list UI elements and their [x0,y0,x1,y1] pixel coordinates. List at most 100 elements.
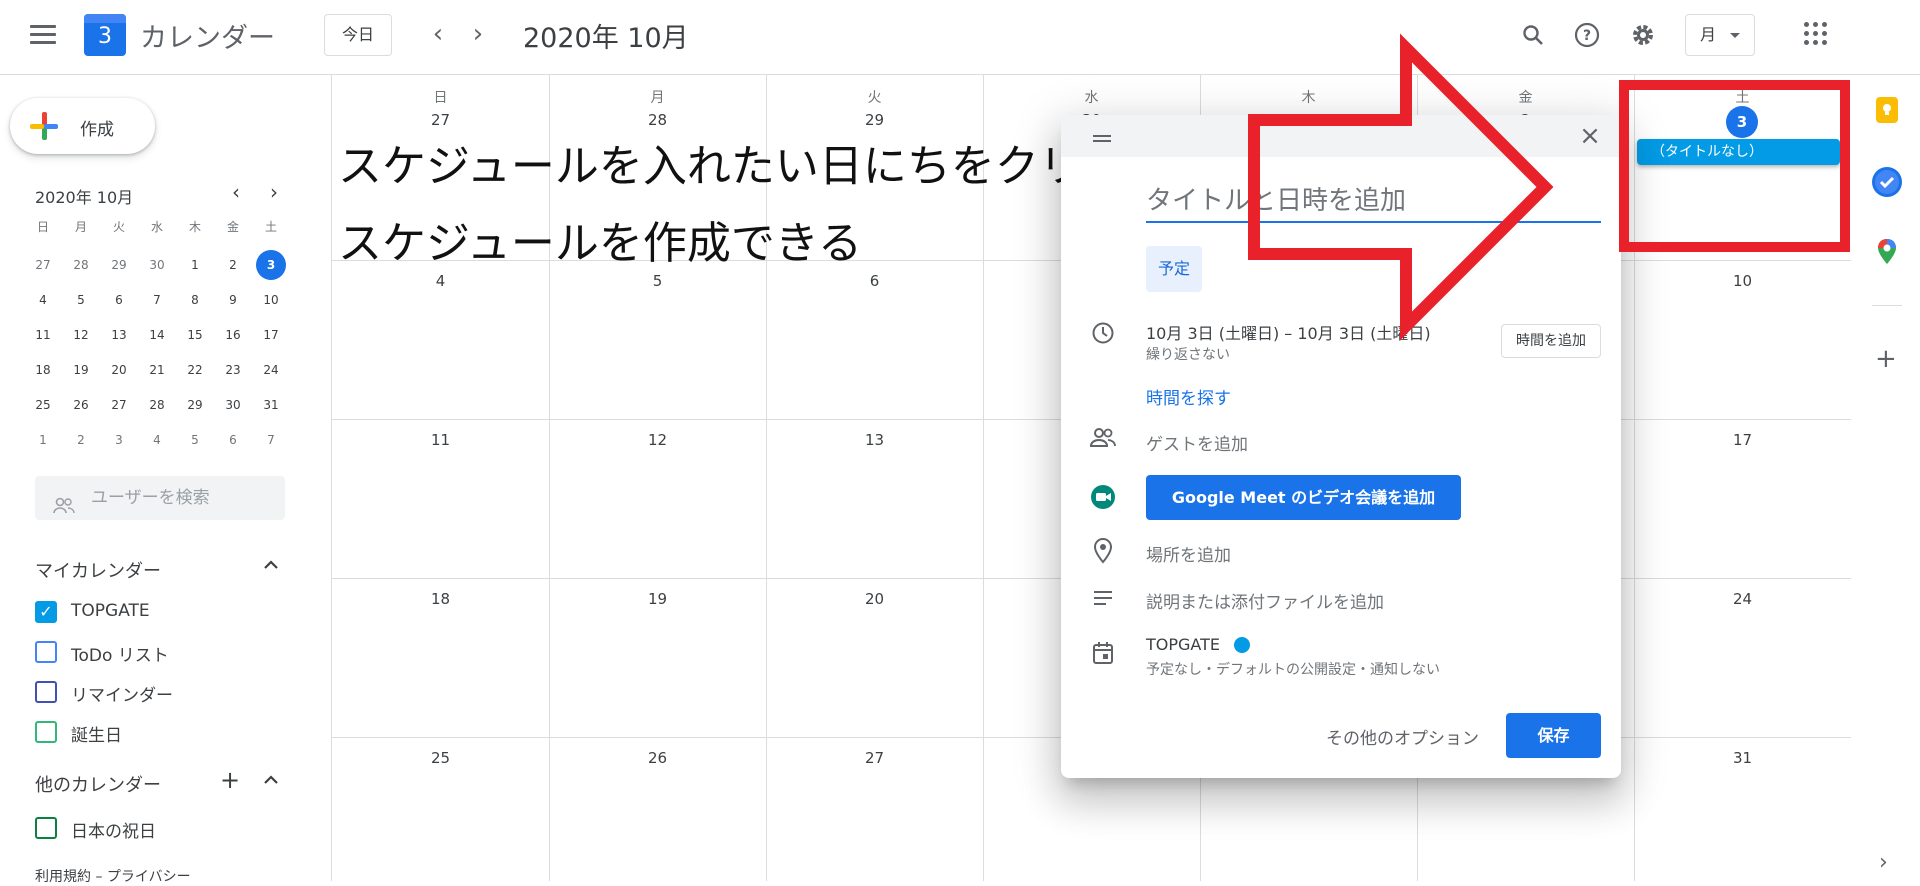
mini-day[interactable]: 20 [104,355,134,385]
mini-day[interactable]: 29 [104,250,134,280]
day-number[interactable]: 27 [766,749,983,767]
event-repeat[interactable]: 繰り返さない [1146,344,1230,364]
mini-day[interactable]: 26 [66,390,96,420]
day-number[interactable]: 12 [549,431,766,449]
day-number[interactable]: 17 [1634,431,1851,449]
mini-day[interactable]: 4 [142,425,172,455]
today-button[interactable]: 今日 [324,14,392,56]
mini-day[interactable]: 14 [142,320,172,350]
mini-day[interactable]: 6 [218,425,248,455]
more-options-button[interactable]: その他のオプション [1326,724,1479,749]
checkbox-icon[interactable] [35,641,57,663]
day-number[interactable]: 4 [332,272,549,290]
mini-day[interactable]: 30 [218,390,248,420]
search-icon[interactable] [1516,18,1550,52]
checkbox-icon[interactable] [35,721,57,743]
add-other-calendar-icon[interactable]: + [220,768,240,792]
apps-grid-icon[interactable] [1804,22,1830,48]
mini-day[interactable]: 22 [180,355,210,385]
save-button[interactable]: 保存 [1506,713,1601,758]
mini-day[interactable]: 7 [256,425,286,455]
add-location-field[interactable]: 場所を追加 [1146,541,1231,566]
mini-day[interactable]: 2 [218,250,248,280]
event-title-input[interactable] [1146,181,1601,223]
mini-day[interactable]: 19 [66,355,96,385]
mini-day[interactable]: 24 [256,355,286,385]
mini-day[interactable]: 13 [104,320,134,350]
event-type-tab[interactable]: 予定 [1146,246,1202,292]
day-number[interactable]: 5 [549,272,766,290]
maps-icon[interactable] [1872,238,1902,268]
day-number[interactable]: 11 [332,431,549,449]
checkbox-icon[interactable] [35,681,57,703]
mini-day[interactable]: 8 [180,285,210,315]
day-number[interactable]: 18 [332,590,549,608]
mini-day[interactable]: 30 [142,250,172,280]
mini-day[interactable]: 21 [142,355,172,385]
mini-day[interactable]: 16 [218,320,248,350]
mini-day[interactable]: 31 [256,390,286,420]
mini-day[interactable]: 27 [28,250,58,280]
mini-next-icon[interactable]: › [262,180,286,204]
menu-icon[interactable] [30,25,56,45]
mini-day[interactable]: 1 [28,425,58,455]
add-meet-button[interactable]: Google Meet のビデオ会議を追加 [1146,475,1461,520]
next-month-icon[interactable]: › [463,20,493,50]
mini-day[interactable]: 5 [66,285,96,315]
create-button[interactable]: 作成 [10,98,155,154]
gear-icon[interactable] [1626,18,1660,52]
mini-day[interactable]: 25 [28,390,58,420]
mini-day[interactable]: 5 [180,425,210,455]
mini-day[interactable]: 9 [218,285,248,315]
mini-day[interactable]: 28 [66,250,96,280]
day-number[interactable]: 10 [1634,272,1851,290]
previous-month-icon[interactable]: ‹ [423,20,453,50]
day-number[interactable]: 13 [766,431,983,449]
calendar-details[interactable]: 予定なし・デフォルトの公開設定・通知しない [1146,659,1440,679]
mini-day[interactable]: 4 [28,285,58,315]
dialog-topbar[interactable]: × [1061,115,1621,157]
mini-day[interactable]: 15 [180,320,210,350]
day-number[interactable]: 29 [766,111,983,129]
mini-day[interactable]: 23 [218,355,248,385]
mini-day[interactable]: 29 [180,390,210,420]
collapse-my-calendars-icon[interactable] [262,556,280,577]
search-users-input[interactable]: ユーザーを検索 [35,476,285,520]
day-number[interactable]: 25 [332,749,549,767]
my-calendars-title[interactable]: マイカレンダー [35,557,161,583]
mini-day[interactable]: 17 [256,320,286,350]
day-number[interactable]: 26 [549,749,766,767]
checkbox-icon[interactable] [35,817,57,839]
mini-day[interactable]: 2 [66,425,96,455]
day-number[interactable]: 31 [1634,749,1851,767]
mini-day[interactable]: 11 [28,320,58,350]
day-number[interactable]: 6 [766,272,983,290]
add-time-button[interactable]: 時間を追加 [1501,324,1601,358]
drag-handle-icon[interactable] [1093,135,1111,143]
add-guests-field[interactable]: ゲストを追加 [1146,430,1248,455]
mini-day[interactable]: 7 [142,285,172,315]
mini-day[interactable]: 1 [180,250,210,280]
help-icon[interactable]: ? [1570,18,1604,52]
keep-icon[interactable] [1876,97,1898,123]
mini-day[interactable]: 6 [104,285,134,315]
mini-day-today[interactable]: 3 [256,250,286,280]
tasks-icon[interactable] [1872,167,1902,197]
find-time-link[interactable]: 時間を探す [1146,384,1231,409]
mini-day[interactable]: 27 [104,390,134,420]
mini-day[interactable]: 3 [104,425,134,455]
mini-day[interactable]: 28 [142,390,172,420]
day-number[interactable]: 19 [549,590,766,608]
mini-day[interactable]: 10 [256,285,286,315]
event-date-range[interactable]: 10月 3日 (土曜日) – 10月 3日 (土曜日) [1146,320,1431,344]
footer-links[interactable]: 利用規約 – プライバシー [35,866,191,886]
close-icon[interactable]: × [1577,123,1603,149]
checkbox-icon[interactable]: ✓ [35,601,57,623]
mini-day[interactable]: 18 [28,355,58,385]
expand-panel-icon[interactable]: › [1879,850,1888,875]
add-addon-icon[interactable]: + [1875,346,1897,372]
mini-day[interactable]: 12 [66,320,96,350]
add-description-field[interactable]: 説明または添付ファイルを追加 [1146,588,1384,613]
day-number[interactable]: 28 [549,111,766,129]
view-select[interactable]: 月 [1685,14,1755,56]
